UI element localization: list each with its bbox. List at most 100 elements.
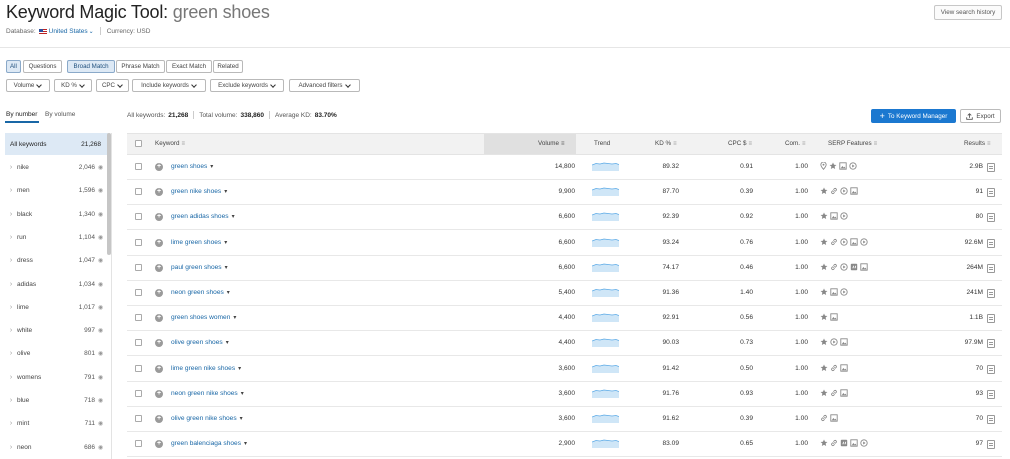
sidebar-item-men[interactable]: › men 1,596 ◉ — [5, 179, 108, 202]
filter-volume[interactable]: Volume — [6, 79, 50, 92]
tab-by-volume[interactable]: By volume — [45, 111, 75, 118]
eye-icon[interactable]: ◉ — [98, 444, 108, 451]
add-to-list-icon[interactable]: + — [155, 263, 163, 272]
eye-icon[interactable]: ◉ — [98, 234, 108, 241]
add-to-list-icon[interactable]: + — [155, 213, 163, 222]
eye-icon[interactable]: ◉ — [98, 350, 108, 357]
chevron-right-icon[interactable]: › — [5, 350, 17, 357]
serp-snapshot-icon[interactable] — [987, 364, 995, 374]
chevron-right-icon[interactable]: › — [5, 164, 17, 171]
eye-icon[interactable]: ◉ — [98, 281, 108, 288]
sidebar-item-white[interactable]: › white 997 ◉ — [5, 319, 108, 342]
filter-cpc[interactable]: CPC — [96, 79, 129, 92]
add-to-list-icon[interactable]: + — [155, 389, 163, 398]
column-cpc[interactable]: CPC $ ≡ — [728, 140, 752, 147]
serp-snapshot-icon[interactable] — [987, 440, 995, 450]
keyword-link[interactable]: olive green nike shoes ▾ — [171, 415, 243, 422]
keyword-link[interactable]: green balenciaga shoes ▾ — [171, 440, 247, 447]
add-to-list-icon[interactable]: + — [155, 364, 163, 373]
row-checkbox[interactable] — [135, 364, 142, 372]
chevron-right-icon[interactable]: › — [5, 187, 17, 194]
dropdown-arrow-icon[interactable]: ▾ — [240, 415, 243, 422]
filter-advanced[interactable]: Advanced filters — [289, 79, 360, 92]
eye-icon[interactable]: ◉ — [98, 420, 108, 427]
dropdown-arrow-icon[interactable]: ▾ — [210, 163, 213, 170]
column-keyword[interactable]: Keyword ≡ — [155, 140, 185, 147]
to-keyword-manager-button[interactable]: + To Keyword Manager — [871, 109, 956, 123]
eye-icon[interactable]: ◉ — [98, 211, 108, 218]
keyword-link[interactable]: green adidas shoes ▾ — [171, 213, 235, 220]
sidebar-item-neon[interactable]: › neon 686 ◉ — [5, 436, 108, 459]
chevron-right-icon[interactable]: › — [5, 327, 17, 334]
serp-snapshot-icon[interactable] — [987, 213, 995, 223]
serp-snapshot-icon[interactable] — [987, 314, 995, 324]
keyword-link[interactable]: neon green nike shoes ▾ — [171, 390, 244, 397]
sidebar-item-lime[interactable]: › lime 1,017 ◉ — [5, 296, 108, 319]
column-serp-features[interactable]: SERP Features ≡ — [828, 140, 877, 147]
filter-kd[interactable]: KD % — [54, 79, 92, 92]
export-button[interactable]: Export — [960, 109, 1001, 123]
dropdown-arrow-icon[interactable]: ▾ — [244, 440, 247, 447]
keyword-link[interactable]: green shoes women ▾ — [171, 314, 236, 321]
view-search-history-button[interactable]: View search history — [934, 5, 1002, 20]
keyword-link[interactable]: lime green nike shoes ▾ — [171, 365, 241, 372]
sidebar-item-olive[interactable]: › olive 801 ◉ — [5, 342, 108, 365]
tab-related[interactable]: Related — [213, 60, 243, 73]
dropdown-arrow-icon[interactable]: ▾ — [224, 188, 227, 195]
row-checkbox[interactable] — [135, 163, 142, 170]
dropdown-arrow-icon[interactable]: ▾ — [232, 213, 235, 220]
sidebar-item-black[interactable]: › black 1,340 ◉ — [5, 203, 108, 226]
chevron-right-icon[interactable]: › — [5, 257, 17, 264]
tab-questions[interactable]: Questions — [23, 60, 62, 73]
row-checkbox[interactable] — [135, 415, 142, 422]
sidebar-item-blue[interactable]: › blue 718 ◉ — [5, 389, 108, 412]
chevron-right-icon[interactable]: › — [5, 234, 17, 241]
row-checkbox[interactable] — [135, 339, 142, 347]
add-to-list-icon[interactable]: + — [155, 289, 163, 297]
eye-icon[interactable]: ◉ — [98, 257, 108, 264]
row-checkbox[interactable] — [135, 389, 142, 397]
serp-snapshot-icon[interactable] — [987, 389, 995, 399]
chevron-right-icon[interactable]: › — [5, 444, 17, 451]
column-com[interactable]: Com. ≡ — [785, 140, 806, 147]
add-to-list-icon[interactable]: + — [155, 314, 163, 323]
row-checkbox[interactable] — [135, 238, 142, 246]
sidebar-item-adidas[interactable]: › adidas 1,034 ◉ — [5, 273, 108, 296]
database-select[interactable]: United States — [49, 28, 88, 35]
chevron-right-icon[interactable]: › — [5, 374, 17, 381]
filter-include-keywords[interactable]: Include keywords — [132, 79, 206, 92]
row-checkbox[interactable] — [135, 188, 142, 196]
dropdown-arrow-icon[interactable]: ▾ — [226, 339, 229, 346]
row-checkbox[interactable] — [135, 314, 142, 322]
keyword-link[interactable]: green shoes ▾ — [171, 163, 213, 170]
row-checkbox[interactable] — [135, 213, 142, 221]
chevron-right-icon[interactable]: › — [5, 397, 17, 404]
keyword-link[interactable]: neon green shoes ▾ — [171, 289, 230, 296]
add-to-list-icon[interactable]: + — [155, 440, 163, 449]
sidebar-item-womens[interactable]: › womens 791 ◉ — [5, 366, 108, 389]
tab-all[interactable]: All — [6, 60, 21, 73]
eye-icon[interactable]: ◉ — [98, 327, 108, 334]
dropdown-arrow-icon[interactable]: ▾ — [233, 314, 236, 321]
tab-broad-match[interactable]: Broad Match — [67, 60, 115, 73]
serp-snapshot-icon[interactable] — [987, 415, 995, 424]
tab-by-number[interactable]: By number — [6, 111, 37, 118]
sidebar-item-dress[interactable]: › dress 1,047 ◉ — [5, 249, 108, 272]
sidebar-item-run[interactable]: › run 1,104 ◉ — [5, 226, 108, 249]
sidebar-item-all-keywords[interactable]: All keywords 21,268 — [5, 133, 108, 155]
dropdown-arrow-icon[interactable]: ▾ — [238, 365, 241, 372]
serp-snapshot-icon[interactable] — [987, 188, 995, 198]
serp-snapshot-icon[interactable] — [987, 263, 995, 273]
filter-exclude-keywords[interactable]: Exclude keywords — [210, 79, 284, 92]
keyword-link[interactable]: green nike shoes ▾ — [171, 188, 227, 195]
eye-icon[interactable]: ◉ — [98, 397, 108, 404]
keyword-link[interactable]: paul green shoes ▾ — [171, 264, 228, 271]
row-checkbox[interactable] — [135, 289, 142, 296]
dropdown-arrow-icon[interactable]: ▾ — [241, 390, 244, 397]
serp-snapshot-icon[interactable] — [987, 238, 995, 248]
column-results[interactable]: Results ≡ — [964, 140, 991, 147]
column-volume[interactable]: Volume ≡ — [538, 140, 565, 147]
chevron-right-icon[interactable]: › — [5, 211, 17, 218]
chevron-right-icon[interactable]: › — [5, 281, 17, 288]
dropdown-arrow-icon[interactable]: ▾ — [225, 264, 228, 271]
